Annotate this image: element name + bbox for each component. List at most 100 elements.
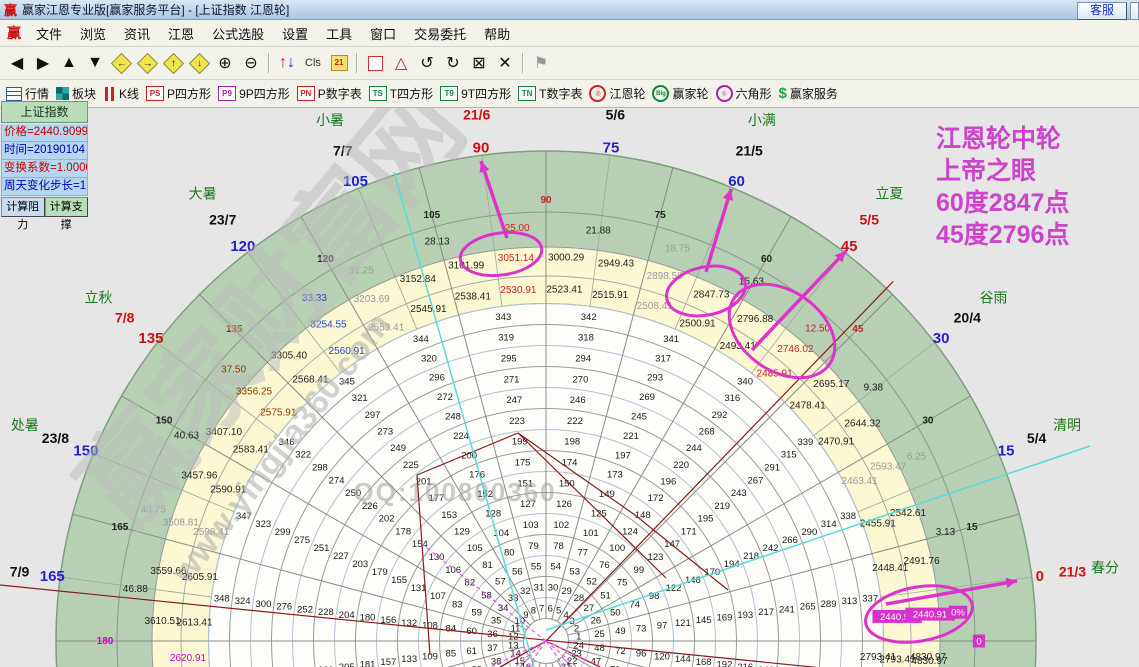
svg-text:2530.91: 2530.91 bbox=[500, 285, 537, 296]
kline-icon bbox=[103, 86, 117, 101]
diamond-left-icon[interactable]: ← bbox=[109, 51, 133, 75]
svg-text:49: 49 bbox=[615, 626, 626, 637]
cross-tool-icon[interactable]: ✕ bbox=[493, 51, 517, 75]
svg-text:江恩轮中轮: 江恩轮中轮 bbox=[936, 125, 1061, 153]
menu-item-7[interactable]: 窗口 bbox=[361, 21, 405, 46]
svg-text:2500.91: 2500.91 bbox=[679, 318, 716, 329]
toolbar-item-t-square[interactable]: TS T四方形 bbox=[368, 85, 433, 102]
svg-text:37: 37 bbox=[487, 643, 498, 654]
toolbar-item-kline[interactable]: K线 bbox=[103, 85, 139, 102]
toolbar-item-winner-service[interactable]: $ 赢家服务 bbox=[779, 85, 838, 102]
svg-text:180: 180 bbox=[97, 636, 114, 647]
svg-text:QQ:100800360: QQ:100800360 bbox=[353, 477, 556, 507]
svg-text:31: 31 bbox=[534, 582, 545, 593]
toolbar-item-sectors[interactable]: 板块 bbox=[56, 85, 96, 102]
svg-text:立夏: 立夏 bbox=[875, 186, 903, 202]
forward-arrow-icon[interactable]: ▶ bbox=[31, 51, 55, 75]
menu-item-5[interactable]: 设置 bbox=[273, 21, 317, 46]
rotate-cw-icon[interactable]: ↻ bbox=[441, 51, 465, 75]
svg-text:81: 81 bbox=[482, 560, 493, 571]
svg-text:227: 227 bbox=[333, 551, 349, 562]
updown-arrows-icon[interactable]: ↑ ↓ bbox=[275, 51, 299, 75]
svg-text:108: 108 bbox=[422, 621, 438, 632]
toolbar-item-t-number-table[interactable]: TN T数字表 bbox=[518, 85, 582, 102]
svg-text:106: 106 bbox=[445, 565, 461, 576]
svg-text:3.13: 3.13 bbox=[936, 527, 956, 538]
down-triangle-icon[interactable]: ▼ bbox=[83, 51, 107, 75]
t-number-table-icon: TN bbox=[518, 86, 537, 101]
diamond-down-icon[interactable]: ↓ bbox=[187, 51, 211, 75]
svg-text:2847.73: 2847.73 bbox=[693, 289, 730, 300]
menu-item-3[interactable]: 江恩 bbox=[159, 21, 203, 46]
svg-text:172: 172 bbox=[648, 493, 664, 504]
sectors-label: 板块 bbox=[72, 87, 97, 101]
svg-text:295: 295 bbox=[501, 353, 517, 364]
svg-text:清明: 清明 bbox=[1053, 417, 1081, 433]
svg-text:15: 15 bbox=[966, 522, 978, 533]
up-triangle-icon[interactable]: ▲ bbox=[57, 51, 81, 75]
svg-text:102: 102 bbox=[553, 520, 569, 531]
toolbar-separator bbox=[356, 53, 358, 73]
svg-text:20/4: 20/4 bbox=[954, 310, 981, 326]
back-arrow-icon[interactable]: ◀ bbox=[5, 51, 29, 75]
customer-service-button[interactable]: 客服 bbox=[1077, 2, 1127, 20]
svg-text:0%: 0% bbox=[951, 608, 965, 619]
cls-button[interactable]: Cls bbox=[301, 51, 325, 75]
svg-text:124: 124 bbox=[622, 527, 638, 538]
panel-row-2: 变换系数=1.00000 bbox=[1, 160, 88, 178]
svg-text:196: 196 bbox=[660, 477, 676, 488]
svg-text:343: 343 bbox=[495, 312, 511, 323]
svg-text:338: 338 bbox=[840, 511, 856, 522]
toolbar-item-hexagon[interactable]: ◎ 六角形 bbox=[715, 85, 772, 102]
svg-text:78: 78 bbox=[553, 541, 564, 552]
menu-item-6[interactable]: 工具 bbox=[317, 21, 361, 46]
diamond-up-icon[interactable]: ↑ bbox=[161, 51, 185, 75]
diamond-right-icon[interactable]: → bbox=[135, 51, 159, 75]
menu-item-0[interactable]: 文件 bbox=[27, 21, 71, 46]
svg-text:5/6: 5/6 bbox=[606, 107, 626, 123]
svg-text:171: 171 bbox=[681, 526, 697, 537]
zoom-out-icon[interactable]: ⊖ bbox=[239, 51, 263, 75]
calc-resistance-button[interactable]: 计算阻力 bbox=[1, 197, 45, 231]
rotate-ccw-icon[interactable]: ↺ bbox=[415, 51, 439, 75]
svg-text:222: 222 bbox=[567, 416, 583, 427]
menu-item-8[interactable]: 交易委托 bbox=[405, 21, 475, 46]
flag-icon[interactable]: ⚑ bbox=[529, 51, 553, 75]
svg-text:大暑: 大暑 bbox=[189, 186, 217, 202]
toolbar-item-gann-wheel[interactable]: ◎ 江恩轮 bbox=[589, 85, 645, 102]
svg-text:265: 265 bbox=[800, 602, 816, 613]
menu-logo-icon: 赢 bbox=[7, 25, 21, 41]
calendar-icon[interactable]: 21 bbox=[327, 51, 351, 75]
toolbar-item-winner-wheel[interactable]: Big 赢家轮 bbox=[652, 85, 709, 102]
zoom-in-icon[interactable]: ⊕ bbox=[213, 51, 237, 75]
svg-text:223: 223 bbox=[509, 416, 525, 427]
boxed-x-icon[interactable]: ⊠ bbox=[467, 51, 491, 75]
svg-text:324: 324 bbox=[235, 596, 251, 607]
t-number-table-label: T数字表 bbox=[539, 87, 583, 101]
hexagon-label: 六角形 bbox=[735, 87, 772, 101]
svg-text:60: 60 bbox=[761, 254, 773, 265]
svg-text:21.88: 21.88 bbox=[586, 225, 611, 236]
svg-text:4: 4 bbox=[563, 610, 568, 621]
toolbar-item-p-number-table[interactable]: PN P数字表 bbox=[296, 85, 362, 102]
toolbar-item-quotes[interactable]: 行情 bbox=[6, 85, 49, 102]
svg-text:2545.91: 2545.91 bbox=[410, 304, 447, 315]
toolbar-item-p-square[interactable]: PS P四方形 bbox=[146, 85, 211, 102]
menu-item-1[interactable]: 浏览 bbox=[71, 21, 115, 46]
toolbar-item-9p-square[interactable]: P9 9P四方形 bbox=[218, 85, 290, 102]
square-tool-icon[interactable] bbox=[363, 51, 387, 75]
svg-text:12.50: 12.50 bbox=[805, 324, 830, 335]
menu-item-4[interactable]: 公式选股 bbox=[203, 21, 273, 46]
svg-text:175: 175 bbox=[515, 458, 531, 469]
svg-text:316: 316 bbox=[724, 393, 740, 404]
triangle-tool-icon[interactable]: △ bbox=[389, 51, 413, 75]
svg-text:155: 155 bbox=[391, 575, 407, 586]
calc-support-button[interactable]: 计算支撑 bbox=[44, 197, 88, 231]
menu-item-2[interactable]: 资讯 bbox=[115, 21, 159, 46]
svg-text:3051.14: 3051.14 bbox=[498, 253, 535, 264]
toolbar-item-9t-square[interactable]: T9 9T四方形 bbox=[440, 85, 511, 102]
svg-text:252: 252 bbox=[297, 604, 313, 615]
clipped-edge-button[interactable] bbox=[1130, 2, 1139, 20]
winner-service-label: 赢家服务 bbox=[789, 87, 838, 101]
menu-item-9[interactable]: 帮助 bbox=[475, 21, 519, 46]
